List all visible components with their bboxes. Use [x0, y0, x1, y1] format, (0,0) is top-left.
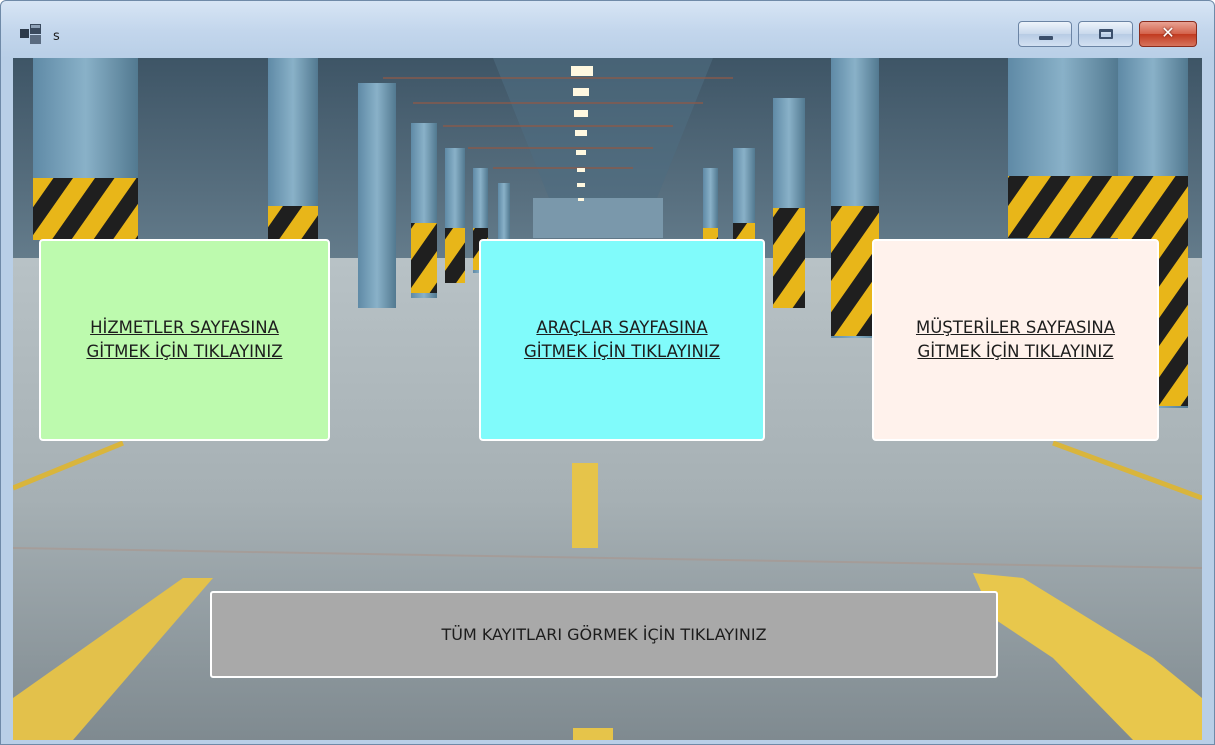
close-button[interactable]: ✕ [1139, 21, 1197, 47]
minimize-icon [1039, 36, 1053, 40]
maximize-icon [1099, 29, 1113, 39]
vehicles-page-button[interactable]: ARAÇLAR SAYFASINA GİTMEK İÇİN TIKLAYINIZ [479, 239, 765, 441]
services-page-button[interactable]: HİZMETLER SAYFASINA GİTMEK İÇİN TIKLAYIN… [39, 239, 330, 441]
customers-page-label: MÜŞTERİLER SAYFASINA GİTMEK İÇİN TIKLAYI… [915, 318, 1116, 361]
close-icon: ✕ [1161, 23, 1175, 42]
title-bar[interactable]: s ✕ [1, 1, 1214, 58]
window-title: s [53, 29, 60, 44]
all-records-button[interactable]: TÜM KAYITLARI GÖRMEK İÇİN TIKLAYINIZ [210, 591, 998, 678]
customers-page-button[interactable]: MÜŞTERİLER SAYFASINA GİTMEK İÇİN TIKLAYI… [872, 239, 1159, 441]
minimize-button[interactable] [1018, 21, 1072, 47]
all-records-label: TÜM KAYITLARI GÖRMEK İÇİN TIKLAYINIZ [441, 625, 767, 644]
services-page-label: HİZMETLER SAYFASINA GİTMEK İÇİN TIKLAYIN… [86, 318, 283, 361]
app-window-icon [20, 24, 41, 44]
vehicles-page-label: ARAÇLAR SAYFASINA GİTMEK İÇİN TIKLAYINIZ [523, 318, 721, 361]
app-window: s ✕ HİZMETLER SAYFASINA GİTMEK İÇİN TIKL… [0, 0, 1215, 745]
maximize-button[interactable] [1078, 21, 1133, 47]
form-client-area: HİZMETLER SAYFASINA GİTMEK İÇİN TIKLAYIN… [13, 58, 1202, 740]
